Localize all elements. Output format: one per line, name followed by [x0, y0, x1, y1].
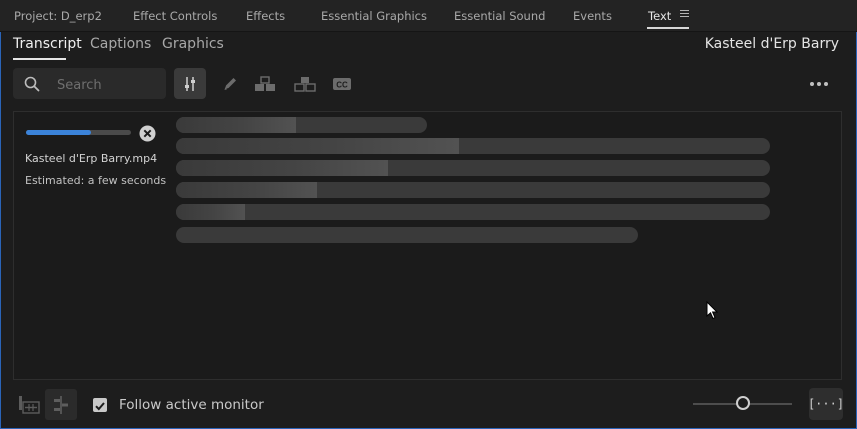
- tab-essential-graphics[interactable]: Essential Graphics: [321, 9, 427, 23]
- search-box[interactable]: [13, 68, 166, 99]
- pencil-icon: [224, 77, 236, 90]
- zoom-slider-thumb[interactable]: [735, 396, 750, 410]
- tab-essential-sound[interactable]: Essential Sound: [454, 9, 545, 23]
- loading-skeleton-line: [176, 182, 770, 198]
- loading-skeleton-line: [176, 204, 770, 220]
- tab-text[interactable]: Text: [648, 9, 671, 23]
- more-icon: [810, 82, 814, 86]
- search-input[interactable]: [55, 74, 164, 96]
- progress-fill: [26, 130, 92, 135]
- more-options-button[interactable]: [806, 75, 832, 93]
- split-segment-button[interactable]: [289, 68, 321, 99]
- transcribing-file-name: Kasteel d'Erp Barry.mp4: [25, 152, 158, 165]
- clip-name: Kasteel d'Erp Barry: [704, 36, 839, 52]
- subtab-graphics[interactable]: Graphics: [162, 36, 224, 52]
- follow-monitor-label: Follow active monitor: [119, 397, 264, 413]
- tab-events[interactable]: Events: [573, 9, 612, 23]
- edit-button[interactable]: [214, 68, 246, 99]
- cc-icon: CC: [333, 77, 351, 90]
- split-segment-icon: [294, 76, 316, 92]
- loading-skeleton-line: [176, 117, 427, 133]
- filter-button[interactable]: [174, 68, 206, 99]
- loading-skeleton-line: [176, 160, 770, 176]
- subtab-captions[interactable]: Captions: [90, 36, 151, 52]
- tab-effect-controls[interactable]: Effect Controls: [133, 9, 217, 23]
- search-icon: [24, 76, 40, 92]
- estimated-time: Estimated: a few seconds: [25, 174, 167, 187]
- align-hierarchy-icon: [54, 395, 68, 414]
- active-tab-indicator: [647, 27, 689, 29]
- merge-segments-icon: [255, 75, 275, 91]
- tab-effects[interactable]: Effects: [246, 9, 285, 23]
- mouse-cursor-icon: [706, 301, 718, 320]
- filter-sliders-icon: [185, 76, 195, 91]
- checkmark-icon: [95, 402, 105, 411]
- align-tool-button[interactable]: [45, 389, 77, 420]
- cancel-transcription-icon[interactable]: [139, 125, 156, 142]
- transcription-progress-bar: [26, 130, 131, 135]
- follow-monitor-checkbox[interactable]: [93, 398, 107, 412]
- svg-text:CC: CC: [336, 80, 348, 89]
- transcript-sync-icon[interactable]: [18, 394, 40, 416]
- loading-skeleton-line: [176, 138, 770, 154]
- subtab-transcript[interactable]: Transcript: [13, 36, 82, 52]
- active-subtab-indicator: [13, 58, 66, 60]
- tab-project[interactable]: Project: D_erp2: [14, 9, 102, 23]
- collapse-button[interactable]: [···]: [808, 388, 844, 420]
- merge-segments-button[interactable]: [249, 68, 281, 99]
- panel-menu-icon[interactable]: [680, 10, 689, 19]
- create-captions-button[interactable]: CC: [326, 68, 358, 99]
- loading-skeleton-line: [176, 227, 638, 243]
- panel-tab-bar: Project: D_erp2 Effect Controls Effects …: [0, 0, 857, 32]
